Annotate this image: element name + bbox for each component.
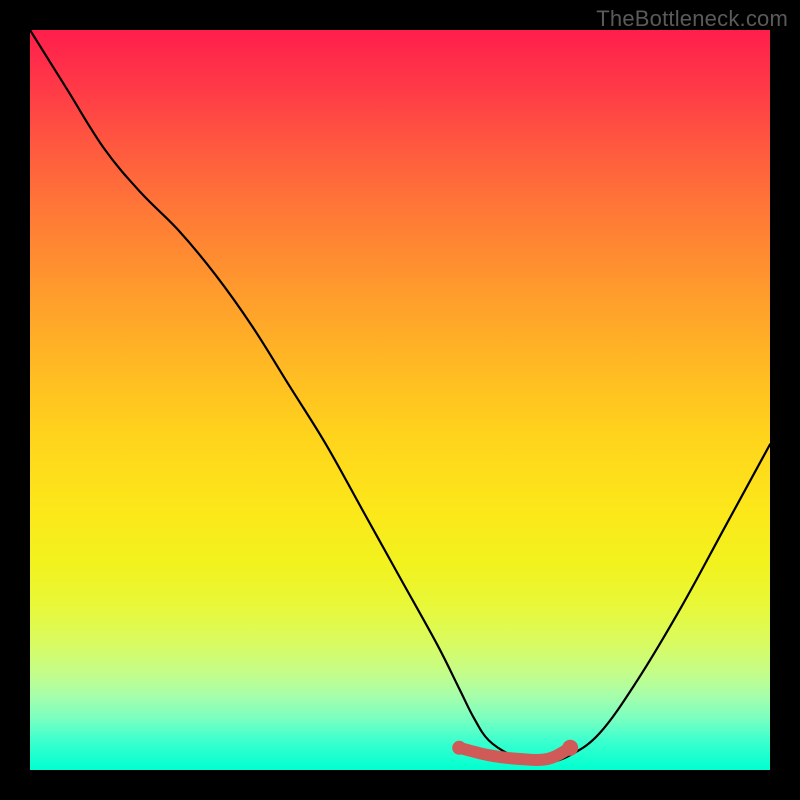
chart-frame: TheBottleneck.com [0, 0, 800, 800]
optimal-range-end-dot [562, 740, 578, 756]
bottleneck-curve [30, 30, 770, 764]
optimal-range-highlight [459, 748, 570, 760]
optimal-range-start-dot [452, 741, 466, 755]
plot-area [30, 30, 770, 770]
chart-svg [30, 30, 770, 770]
watermark-text: TheBottleneck.com [596, 6, 788, 32]
